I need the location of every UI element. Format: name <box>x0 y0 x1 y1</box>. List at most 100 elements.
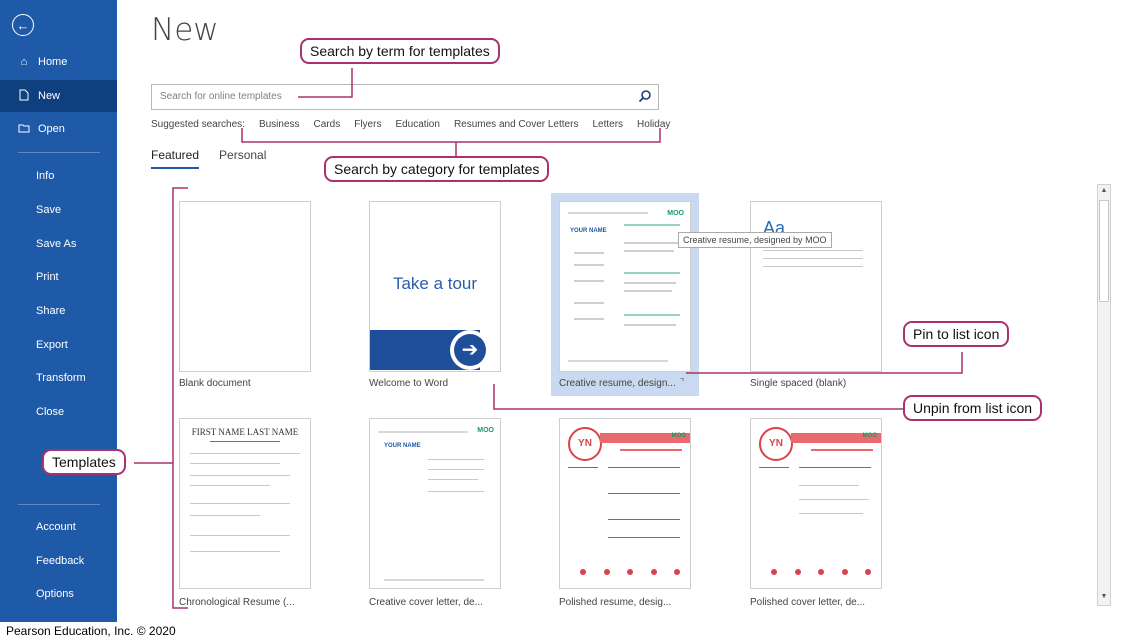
home-icon: ⌂ <box>20 56 28 68</box>
deco-line <box>190 463 280 464</box>
arrow-right-icon: ➔ <box>454 334 486 366</box>
deco-line <box>608 519 680 520</box>
sidebar-item-info[interactable]: Info <box>0 160 117 192</box>
suggested-link-resumes[interactable]: Resumes and Cover Letters <box>454 119 579 130</box>
deco-line <box>620 449 682 451</box>
initials-badge: YN <box>568 427 602 461</box>
callout-search-category: Search by category for templates <box>324 156 550 182</box>
deco-line <box>190 515 260 516</box>
deco-line <box>624 272 680 274</box>
sidebar-item-print[interactable]: Print <box>0 261 117 293</box>
deco-line <box>759 467 789 468</box>
tab-personal[interactable]: Personal <box>219 148 266 169</box>
template-thumb-single-spaced[interactable]: Aa <box>750 201 882 372</box>
sidebar-item-share[interactable]: Share <box>0 295 117 327</box>
template-label: Creative resume, design... <box>559 378 676 389</box>
deco-line <box>624 250 674 252</box>
deco-line <box>428 469 484 470</box>
deco-line <box>428 479 478 480</box>
copyright-footer: Pearson Education, Inc. © 2020 <box>6 624 176 638</box>
suggested-searches-label: Suggested searches: <box>151 119 245 130</box>
deco-line <box>190 503 290 504</box>
deco-line <box>763 250 863 251</box>
search-icon[interactable] <box>638 89 652 103</box>
deco-line <box>574 252 604 254</box>
new-document-icon <box>16 89 32 104</box>
moo-logo: MOO <box>477 427 494 434</box>
sidebar-item-label: Feedback <box>36 555 85 567</box>
sidebar-item-label: Info <box>36 170 55 182</box>
suggested-link-flyers[interactable]: Flyers <box>354 119 381 130</box>
callout-unpin: Unpin from list icon <box>903 395 1043 421</box>
sidebar-item-open[interactable]: Open <box>0 113 117 145</box>
deco-line <box>568 212 648 214</box>
suggested-link-education[interactable]: Education <box>395 119 439 130</box>
backstage-sidebar: ← ⌂ Home New Open Info Save Save As Prin… <box>0 0 117 622</box>
template-tooltip: Creative resume, designed by MOO <box>678 232 832 248</box>
sidebar-item-transform[interactable]: Transform <box>0 362 117 394</box>
initials-badge: YN <box>759 427 793 461</box>
cover-letter-heading: YOUR NAME <box>384 443 421 449</box>
deco-line <box>378 431 468 433</box>
sidebar-item-label: Transform <box>36 372 86 384</box>
template-label: Polished resume, desig... <box>559 597 672 608</box>
template-thumb-tour[interactable]: Take a tour ➔ <box>369 201 501 372</box>
deco-line <box>190 535 290 536</box>
sidebar-item-close[interactable]: Close <box>0 396 117 428</box>
sidebar-item-options[interactable]: Options <box>0 578 117 610</box>
suggested-link-cards[interactable]: Cards <box>314 119 341 130</box>
resume-heading: YOUR NAME <box>570 228 607 234</box>
sidebar-item-home[interactable]: ⌂ Home <box>0 46 117 78</box>
template-thumb-creative-resume[interactable]: MOO YOUR NAME <box>559 201 691 372</box>
sidebar-item-label: Account <box>36 521 76 533</box>
tab-featured[interactable]: Featured <box>151 148 200 169</box>
deco-line <box>624 290 672 292</box>
resume-name-line: FIRST NAME LAST NAME <box>191 427 299 437</box>
deco-line <box>190 475 290 476</box>
new-document-pane: New Suggested searches: Business Cards F… <box>117 0 1144 622</box>
deco-line <box>799 485 859 486</box>
search-box <box>151 84 659 110</box>
template-thumb-chronological[interactable]: FIRST NAME LAST NAME <box>179 418 311 589</box>
callout-templates: Templates <box>42 449 126 475</box>
sidebar-item-label: New <box>38 90 61 102</box>
deco-line <box>428 491 484 492</box>
pin-icon[interactable]: ⌝ <box>680 377 684 388</box>
deco-line <box>811 449 873 451</box>
deco-line <box>624 224 680 226</box>
callout-pin: Pin to list icon <box>903 321 1010 347</box>
sidebar-item-save[interactable]: Save <box>0 194 117 226</box>
deco-line <box>799 467 871 468</box>
deco-line <box>624 324 676 326</box>
deco-line <box>624 282 676 284</box>
deco-line <box>384 579 484 581</box>
callout-search-term: Search by term for templates <box>300 38 500 64</box>
search-input[interactable] <box>152 85 638 107</box>
template-thumb-creative-cover-letter[interactable]: MOO YOUR NAME <box>369 418 501 589</box>
scroll-up-arrow-icon[interactable]: ▲ <box>1098 185 1110 197</box>
suggested-link-business[interactable]: Business <box>259 119 300 130</box>
sidebar-item-label: Share <box>36 305 66 317</box>
template-thumb-polished-cover-letter[interactable]: YN MOO <box>750 418 882 589</box>
moo-logo: MOO <box>667 210 684 217</box>
deco-line <box>428 459 484 460</box>
scrollbar-thumb[interactable] <box>1099 200 1109 302</box>
sidebar-item-account[interactable]: Account <box>0 511 117 543</box>
deco-line <box>568 360 668 362</box>
sidebar-item-feedback[interactable]: Feedback <box>0 545 117 577</box>
template-label: Single spaced (blank) <box>750 378 847 389</box>
suggested-link-letters[interactable]: Letters <box>592 119 623 130</box>
template-thumb-polished-resume[interactable]: YN MOO <box>559 418 691 589</box>
sidebar-item-save-as[interactable]: Save As <box>0 228 117 260</box>
folder-icon <box>16 123 32 136</box>
deco-line <box>624 242 680 244</box>
sidebar-item-new[interactable]: New <box>0 80 117 112</box>
deco-line <box>190 551 280 552</box>
suggested-link-holiday[interactable]: Holiday <box>637 119 670 130</box>
template-thumb-blank[interactable] <box>179 201 311 372</box>
page-title: New <box>151 12 219 48</box>
scroll-down-arrow-icon[interactable]: ▼ <box>1098 591 1110 603</box>
back-arrow-icon[interactable]: ← <box>12 14 34 36</box>
sidebar-item-export[interactable]: Export <box>0 329 117 361</box>
deco-line <box>624 314 680 316</box>
